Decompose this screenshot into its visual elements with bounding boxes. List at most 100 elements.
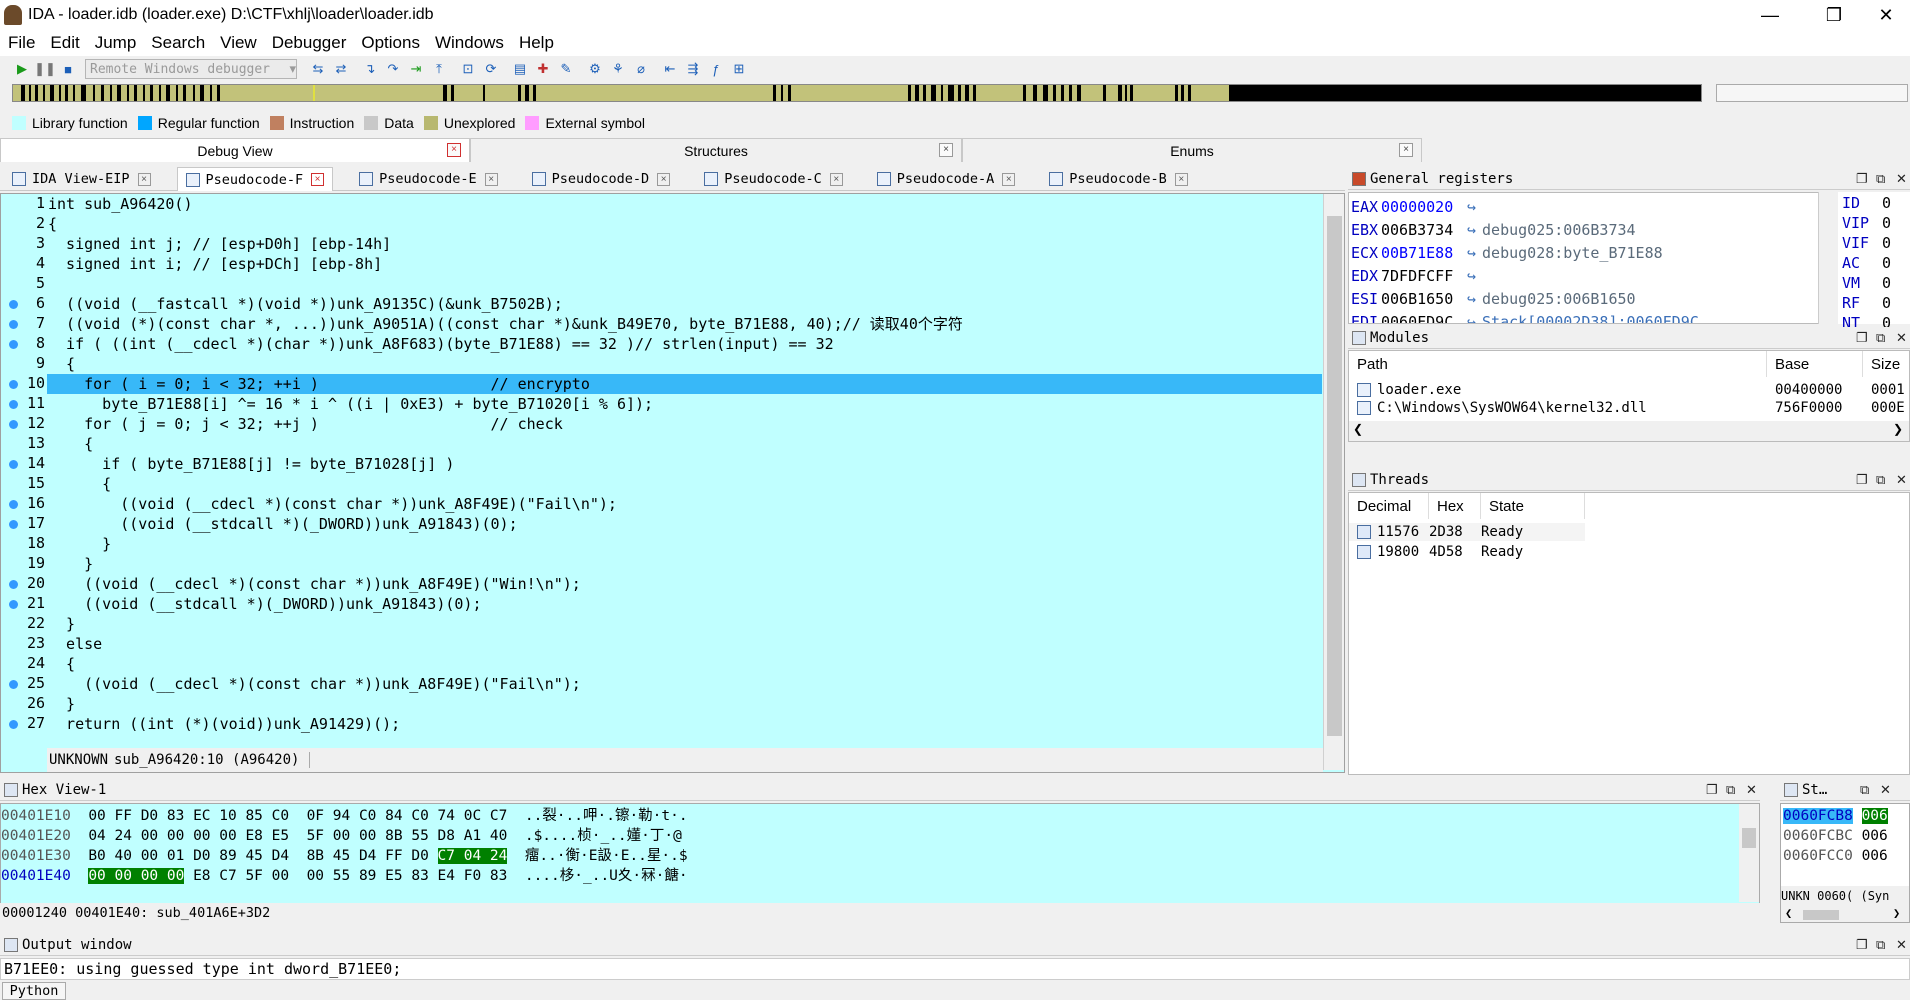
register-row[interactable]: ECX 00B71E88 ↪ debug028:byte_B71E88: [1351, 241, 1663, 264]
threads-col-hex[interactable]: Hex: [1429, 493, 1481, 519]
menu-file[interactable]: File: [8, 33, 35, 53]
register-row[interactable]: EDI 0060FD9C ↪ Stack[00002D38]:0060FD9C: [1351, 310, 1699, 324]
attach-icon[interactable]: ⇆: [308, 59, 328, 79]
close-panel-icon[interactable]: ✕: [1896, 330, 1907, 346]
breakpoint-marker-icon[interactable]: [9, 380, 18, 389]
close-panel-icon[interactable]: ✕: [1896, 472, 1907, 488]
hex-row[interactable]: 00401E30 B0 40 00 01 D0 89 45 D4 8B 45 D…: [1, 846, 688, 866]
step-over-icon[interactable]: ↷: [383, 59, 403, 79]
close-icon[interactable]: ×: [137, 172, 151, 186]
tab-debug-view[interactable]: Debug View ×: [0, 138, 470, 162]
register-value[interactable]: 7DFDFCFF: [1381, 267, 1467, 285]
register-value[interactable]: 006B3734: [1381, 221, 1467, 239]
close-icon[interactable]: ×: [939, 143, 953, 157]
breakpoint-marker-icon[interactable]: [9, 400, 18, 409]
table-row[interactable]: loader.exe 00400000 0001: [1349, 381, 1905, 399]
code-line[interactable]: }: [47, 554, 1322, 574]
flag-row[interactable]: RF 0: [1842, 294, 1891, 314]
code-line[interactable]: ((void (__fastcall *)(void *))unk_A9135C…: [47, 294, 1322, 314]
flag-row[interactable]: VIF 0: [1842, 234, 1891, 254]
menu-windows[interactable]: Windows: [435, 33, 504, 53]
restore-panel-icon[interactable]: ❐: [1856, 937, 1868, 953]
register-row[interactable]: EDX 7DFDFCFF ↪: [1351, 264, 1482, 287]
close-icon[interactable]: ×: [829, 172, 843, 186]
breakpoint-marker-icon[interactable]: [9, 600, 18, 609]
stack-view-panel[interactable]: 0060FCB8 006 0060FCBC 006 0060FCC0 006 U…: [1780, 803, 1910, 923]
flag-row[interactable]: VIP 0: [1842, 214, 1891, 234]
breakpoint-marker-icon[interactable]: [9, 300, 18, 309]
xrefs-icon[interactable]: ⇶: [683, 59, 703, 79]
hex-row[interactable]: 00401E10 00 FF D0 83 EC 10 85 C0 0F 94 C…: [1, 806, 688, 826]
stack-scrollbar[interactable]: ❮ ❯: [1781, 906, 1909, 922]
tab-enums[interactable]: Enums ×: [962, 138, 1422, 162]
code-line[interactable]: }: [47, 534, 1322, 554]
menu-view[interactable]: View: [220, 33, 257, 53]
breakpoint-marker-icon[interactable]: [9, 320, 18, 329]
menu-debugger[interactable]: Debugger: [272, 33, 347, 53]
output-window-text[interactable]: B71EE0: using guessed type int dword_B71…: [0, 958, 1910, 980]
code-line[interactable]: else: [47, 634, 1322, 654]
code-line[interactable]: }: [47, 614, 1322, 634]
float-panel-icon[interactable]: ⧉: [1876, 472, 1885, 488]
close-icon[interactable]: ×: [1002, 172, 1016, 186]
navigation-band[interactable]: [12, 84, 1702, 102]
table-row[interactable]: 19800 4D58 Ready: [1349, 543, 1523, 561]
tracing-options-icon[interactable]: ⚘: [608, 59, 628, 79]
tab-pseudocode-c[interactable]: Pseudocode-C ×: [696, 167, 851, 191]
close-window-button[interactable]: ✕: [1858, 0, 1910, 30]
breakpoint-marker-icon[interactable]: [9, 580, 18, 589]
menu-search[interactable]: Search: [151, 33, 205, 53]
close-icon[interactable]: ×: [447, 143, 461, 157]
register-value[interactable]: 00B71E88: [1381, 244, 1467, 262]
restore-panel-icon[interactable]: ❐: [1856, 330, 1868, 346]
refresh-icon[interactable]: ⟳: [481, 59, 501, 79]
table-row[interactable]: C:\Windows\SysWOW64\kernel32.dll 756F000…: [1349, 399, 1905, 417]
flag-row[interactable]: VM 0: [1842, 274, 1891, 294]
code-line[interactable]: for ( j = 0; j < 32; ++j ) // check: [47, 414, 1322, 434]
navigation-band-dropdown[interactable]: [1716, 84, 1908, 102]
modules-col-base[interactable]: Base: [1767, 351, 1863, 377]
code-line[interactable]: ((void (*)(const char *, ...))unk_A9051A…: [47, 314, 1322, 334]
restore-panel-icon[interactable]: ❐: [1706, 782, 1718, 798]
register-value[interactable]: 00000020: [1381, 198, 1467, 216]
breakpoint-marker-icon[interactable]: [9, 500, 18, 509]
breakpoint-marker-icon[interactable]: [9, 460, 18, 469]
close-icon[interactable]: ×: [311, 173, 325, 186]
code-line[interactable]: {: [47, 474, 1322, 494]
tab-pseudocode-f[interactable]: Pseudocode-F ×: [176, 167, 334, 191]
code-line[interactable]: {: [47, 354, 1322, 374]
hex-row[interactable]: 00401E40 00 00 00 00 E8 C7 5F 00 00 55 8…: [1, 866, 688, 886]
detach-icon[interactable]: ⇄: [331, 59, 351, 79]
code-scrollbar[interactable]: [1323, 194, 1344, 770]
breakpoint-marker-icon[interactable]: [9, 680, 18, 689]
menu-help[interactable]: Help: [519, 33, 554, 53]
threads-col-decimal[interactable]: Decimal: [1349, 493, 1429, 519]
code-line[interactable]: ((void (__stdcall *)(_DWORD))unk_A91843)…: [47, 514, 1322, 534]
chevron-right-icon[interactable]: ❯: [1893, 422, 1903, 436]
code-line[interactable]: for ( i = 0; i < 32; ++i ) // encrypto: [47, 374, 1322, 394]
threads-col-state[interactable]: State: [1481, 493, 1585, 519]
code-line[interactable]: }: [47, 694, 1322, 714]
run-until-return-icon[interactable]: ⤒: [429, 59, 449, 79]
tab-structures[interactable]: Structures ×: [470, 138, 962, 162]
close-icon[interactable]: ×: [1399, 143, 1413, 157]
run-to-cursor-icon[interactable]: ⇥: [406, 59, 426, 79]
maximize-button[interactable]: ❐: [1806, 0, 1862, 30]
close-panel-icon[interactable]: ✕: [1896, 937, 1907, 953]
tab-pseudocode-e[interactable]: Pseudocode-E ×: [351, 167, 506, 191]
code-line[interactable]: {: [47, 654, 1322, 674]
tab-pseudocode-b[interactable]: Pseudocode-B ×: [1041, 167, 1196, 191]
menu-jump[interactable]: Jump: [95, 33, 137, 53]
code-line[interactable]: ((void (__cdecl *)(const char *))unk_A8F…: [47, 494, 1322, 514]
code-line[interactable]: {: [47, 214, 1322, 234]
breakpoint-list-icon[interactable]: ▤: [510, 59, 530, 79]
jump-back-icon[interactable]: ⇤: [660, 59, 680, 79]
modules-col-path[interactable]: Path: [1349, 351, 1767, 377]
code-line[interactable]: ((void (__cdecl *)(const char *))unk_A8F…: [47, 674, 1322, 694]
code-line[interactable]: ((void (__cdecl *)(const char *))unk_A8F…: [47, 574, 1322, 594]
function-icon[interactable]: ƒ: [706, 59, 726, 79]
register-row[interactable]: ESI 006B1650 ↪ debug025:006B1650: [1351, 287, 1636, 310]
restore-panel-icon[interactable]: ❐: [1856, 472, 1868, 488]
graph-icon[interactable]: ⊞: [729, 59, 749, 79]
pseudocode-text[interactable]: int sub_A96420(){ signed int j; // [esp+…: [47, 194, 1322, 748]
